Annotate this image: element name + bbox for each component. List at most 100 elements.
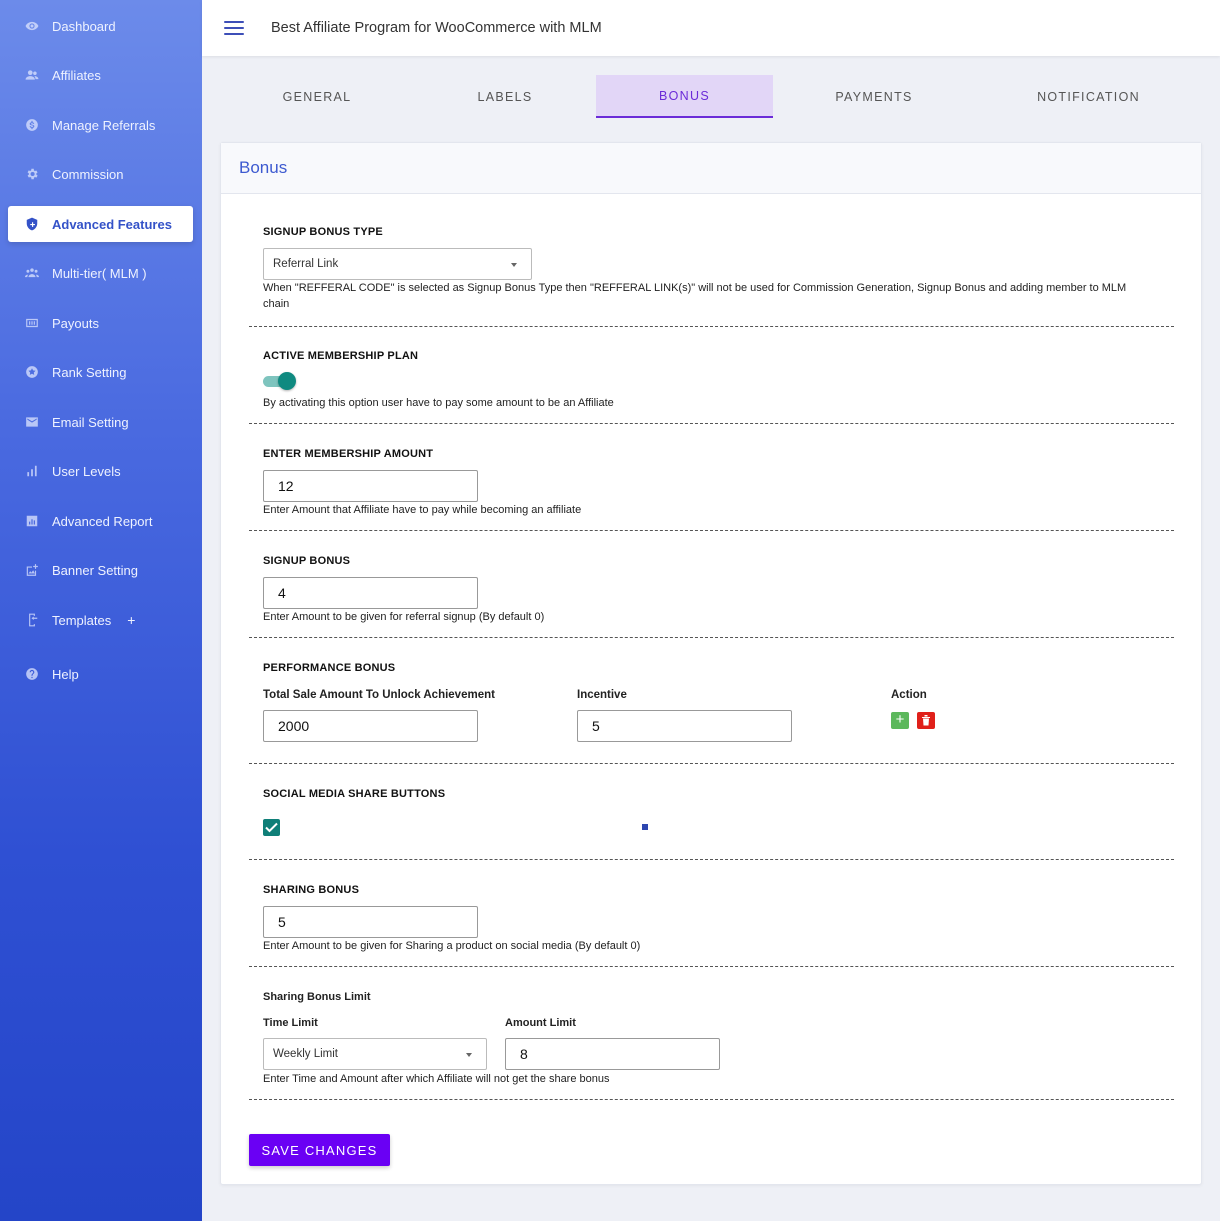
time-limit-label: Time Limit (263, 1017, 318, 1029)
sharing-bonus-section: SHARING BONUS Enter Amount to be given f… (249, 860, 1174, 967)
users-icon (24, 67, 40, 83)
incentive-column-header: Incentive (577, 689, 627, 701)
sidebar-item-affiliates[interactable]: Affiliates (8, 57, 193, 93)
sidebar-item-payouts[interactable]: Payouts (8, 305, 193, 341)
membership-amount-label: ENTER MEMBERSHIP AMOUNT (263, 448, 434, 460)
signup-bonus-section: SIGNUP BONUS Enter Amount to be given fo… (249, 531, 1174, 638)
performance-bonus-section: PERFORMANCE BONUS Total Sale Amount To U… (249, 638, 1174, 764)
mail-icon (24, 414, 40, 430)
sidebar-item-email-setting[interactable]: Email Setting (8, 404, 193, 440)
eye-icon (24, 18, 40, 34)
image-add-icon (24, 562, 40, 578)
chevron-down-icon (466, 1053, 472, 1057)
sidebar-item-label: Advanced Features (52, 216, 172, 232)
performance-bonus-label: PERFORMANCE BONUS (263, 662, 396, 674)
toggle-knob (278, 372, 296, 390)
tab-labels[interactable]: LABELS (414, 75, 596, 118)
membership-amount-section: ENTER MEMBERSHIP AMOUNT Enter Amount tha… (249, 424, 1174, 531)
action-column-header: Action (891, 689, 927, 701)
settings-tabs: GENERAL LABELS BONUS PAYMENTS NOTIFICATI… (220, 75, 1202, 118)
sidebar-item-label: Dashboard (52, 18, 116, 34)
membership-amount-input[interactable] (263, 470, 478, 502)
sidebar-item-banner-setting[interactable]: Banner Setting (8, 552, 193, 588)
sidebar-item-help[interactable]: Help (8, 656, 193, 692)
card-title: Bonus (239, 158, 288, 177)
sidebar-item-dashboard[interactable]: Dashboard (8, 8, 193, 44)
time-limit-select[interactable]: Weekly Limit (263, 1038, 487, 1070)
hamburger-menu-icon[interactable] (224, 21, 244, 35)
incentive-input[interactable] (577, 710, 792, 742)
sharing-bonus-help: Enter Amount to be given for Sharing a p… (263, 940, 641, 952)
sidebar-item-label: Templates (52, 612, 112, 628)
referral-icon (24, 117, 40, 133)
signup-bonus-input[interactable] (263, 577, 478, 609)
tab-bonus[interactable]: BONUS (596, 75, 773, 118)
sidebar-item-label: Multi-tier( MLM ) (52, 265, 147, 281)
membership-plan-toggle[interactable] (263, 372, 297, 390)
signup-bonus-type-help: When "REFFERAL CODE" is selected as Sign… (263, 282, 1127, 310)
tab-general[interactable]: GENERAL (220, 75, 414, 118)
card-header: Bonus (221, 143, 1201, 194)
help-icon (24, 666, 40, 682)
star-badge-icon (24, 364, 40, 380)
tab-notification[interactable]: NOTIFICATION (975, 75, 1202, 118)
sidebar-item-rank-setting[interactable]: Rank Setting (8, 354, 193, 390)
sidebar-item-label: Payouts (52, 315, 99, 331)
bar-chart-icon (24, 463, 40, 479)
save-changes-button[interactable]: SAVE CHANGES (249, 1134, 390, 1166)
social-share-checkbox[interactable] (263, 819, 280, 836)
sharing-limit-help: Enter Time and Amount after which Affili… (263, 1073, 610, 1085)
signup-bonus-type-section: SIGNUP BONUS TYPE Referral Link When "RE… (249, 194, 1174, 327)
delete-row-button[interactable] (917, 712, 935, 729)
sharing-bonus-input[interactable] (263, 906, 478, 938)
membership-amount-help: Enter Amount that Affiliate have to pay … (263, 504, 582, 516)
sidebar-item-label: Affiliates (52, 67, 101, 83)
sidebar-item-label: User Levels (52, 463, 121, 479)
add-row-button[interactable]: + (891, 712, 909, 729)
membership-plan-help: By activating this option user have to p… (263, 397, 614, 409)
group-icon (24, 265, 40, 281)
amount-limit-input[interactable] (505, 1038, 720, 1070)
sharing-limit-section: Sharing Bonus Limit Time Limit Amount Li… (249, 967, 1174, 1100)
amount-limit-label: Amount Limit (505, 1017, 576, 1029)
tab-payments[interactable]: PAYMENTS (773, 75, 975, 118)
expand-plus-icon[interactable]: + (127, 612, 135, 628)
select-value: Referral Link (273, 258, 339, 270)
chevron-down-icon (511, 263, 517, 267)
sidebar-item-label: Manage Referrals (52, 117, 156, 133)
gear-icon (24, 166, 40, 182)
social-share-label: SOCIAL MEDIA SHARE BUTTONS (263, 788, 446, 800)
sidebar-item-user-levels[interactable]: User Levels (8, 453, 193, 489)
money-icon (24, 315, 40, 331)
select-value: Weekly Limit (273, 1048, 338, 1060)
sidebar: Dashboard Affiliates Manage Referrals Co… (0, 0, 202, 1221)
report-icon (24, 513, 40, 529)
shield-plus-icon (24, 216, 40, 232)
signup-bonus-type-label: SIGNUP BONUS TYPE (263, 226, 383, 238)
sidebar-item-templates[interactable]: Templates + (8, 602, 193, 638)
share-indicator-dot (642, 824, 648, 830)
signup-bonus-type-select[interactable]: Referral Link (263, 248, 532, 280)
sidebar-item-label: Advanced Report (52, 513, 153, 529)
membership-plan-label: ACTIVE MEMBERSHIP PLAN (263, 350, 419, 362)
membership-plan-section: ACTIVE MEMBERSHIP PLAN By activating thi… (249, 327, 1174, 424)
sale-amount-input[interactable] (263, 710, 478, 742)
sidebar-item-label: Email Setting (52, 414, 129, 430)
bonus-settings-card: Bonus SIGNUP BONUS TYPE Referral Link Wh… (220, 142, 1202, 1185)
sidebar-item-advanced-report[interactable]: Advanced Report (8, 503, 193, 539)
template-icon (24, 612, 40, 628)
sidebar-item-advanced-features[interactable]: Advanced Features (8, 206, 193, 242)
sale-amount-column-header: Total Sale Amount To Unlock Achievement (263, 689, 495, 701)
page-title: Best Affiliate Program for WooCommerce w… (271, 20, 602, 36)
sharing-bonus-label: SHARING BONUS (263, 884, 360, 896)
signup-bonus-help: Enter Amount to be given for referral si… (263, 611, 545, 623)
sidebar-item-label: Rank Setting (52, 364, 127, 380)
checkmark-icon (265, 822, 278, 833)
sidebar-item-multi-tier[interactable]: Multi-tier( MLM ) (8, 255, 193, 291)
sidebar-item-manage-referrals[interactable]: Manage Referrals (8, 107, 193, 143)
trash-icon (922, 715, 930, 726)
sidebar-item-commission[interactable]: Commission (8, 156, 193, 192)
sidebar-item-label: Commission (52, 166, 124, 182)
top-bar: Best Affiliate Program for WooCommerce w… (202, 0, 1220, 56)
signup-bonus-label: SIGNUP BONUS (263, 555, 351, 567)
